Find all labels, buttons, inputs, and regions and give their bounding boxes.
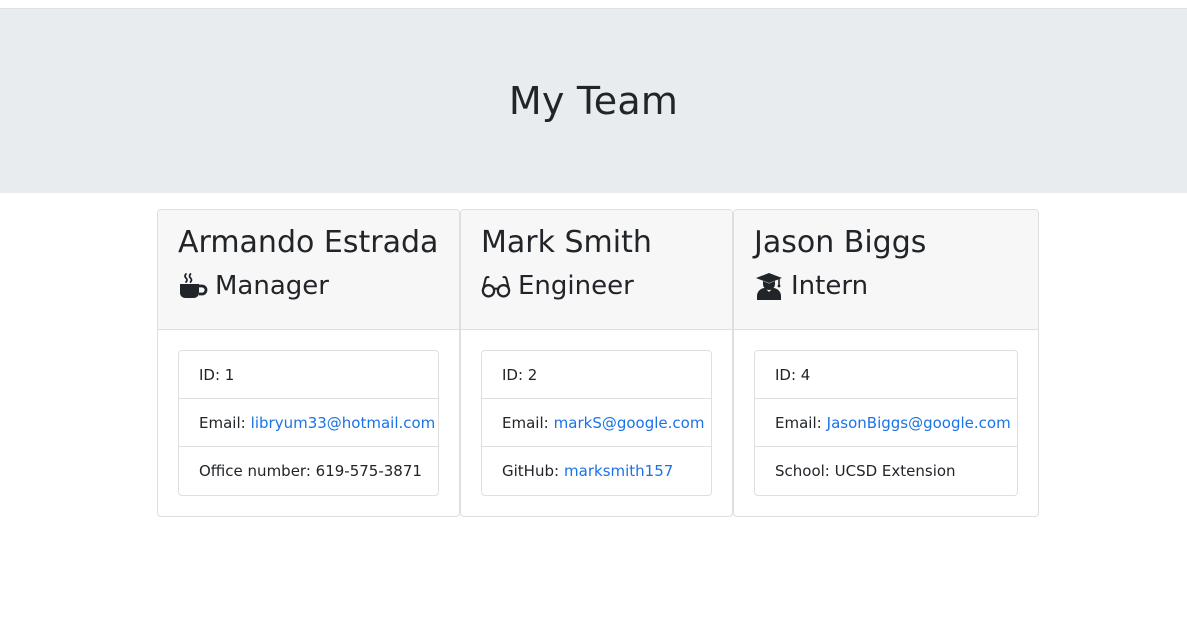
employee-role: Manager — [178, 271, 439, 301]
detail-school-text: School: UCSD Extension — [775, 462, 956, 480]
employee-role-label: Engineer — [518, 271, 634, 301]
detail-email: Email: markS@google.com — [482, 399, 711, 447]
browser-top-edge — [0, 0, 1187, 9]
employee-card-manager: Armando Estrada Manager ID: 1 Email: lib… — [157, 209, 460, 517]
detail-office-number: Office number: 619-575-3871 — [179, 447, 438, 495]
card-body: ID: 4 Email: JasonBiggs@google.com Schoo… — [734, 330, 1038, 516]
detail-id-text: ID: 4 — [775, 365, 811, 384]
detail-id: ID: 1 — [179, 351, 438, 399]
card-body: ID: 1 Email: libryum33@hotmail.com Offic… — [158, 330, 459, 516]
employee-details-list: ID: 1 Email: libryum33@hotmail.com Offic… — [178, 350, 439, 496]
employee-role: Engineer — [481, 271, 712, 301]
detail-office-number-text: Office number: 619-575-3871 — [199, 462, 422, 480]
employee-name: Armando Estrada — [178, 225, 439, 260]
employee-details-list: ID: 4 Email: JasonBiggs@google.com Schoo… — [754, 350, 1018, 496]
detail-email-label: Email: — [199, 413, 246, 432]
card-header: Jason Biggs Intern — [734, 210, 1038, 330]
detail-school: School: UCSD Extension — [755, 447, 1017, 495]
coffee-icon — [178, 272, 208, 300]
card-header: Armando Estrada Manager — [158, 210, 459, 330]
github-link[interactable]: marksmith157 — [564, 462, 673, 480]
employee-name: Mark Smith — [481, 225, 652, 260]
employee-role: Intern — [754, 271, 1018, 301]
email-link[interactable]: libryum33@hotmail.com — [251, 414, 436, 432]
detail-id-text: ID: 1 — [199, 365, 235, 384]
detail-email-label: Email: — [502, 413, 549, 432]
employee-role-label: Manager — [215, 271, 329, 301]
detail-github: GitHub: marksmith157 — [482, 447, 711, 495]
employee-name: Jason Biggs — [754, 225, 927, 260]
page-header: My Team — [0, 9, 1187, 193]
card-body: ID: 2 Email: markS@google.com GitHub: ma… — [461, 330, 732, 516]
detail-id: ID: 4 — [755, 351, 1017, 399]
detail-github-label: GitHub: — [502, 462, 560, 480]
detail-email: Email: libryum33@hotmail.com — [179, 399, 438, 447]
employee-card-intern: Jason Biggs Intern ID: 4 Email: JasonBig… — [733, 209, 1039, 517]
employee-card-engineer: Mark Smith Engineer ID: 2 Email: markS@g… — [460, 209, 733, 517]
card-header: Mark Smith Engineer — [461, 210, 732, 330]
employee-role-label: Intern — [791, 271, 869, 301]
detail-id-text: ID: 2 — [502, 365, 538, 384]
detail-id: ID: 2 — [482, 351, 711, 399]
employee-details-list: ID: 2 Email: markS@google.com GitHub: ma… — [481, 350, 712, 496]
email-link[interactable]: markS@google.com — [554, 414, 705, 432]
detail-email-label: Email: — [775, 413, 822, 432]
email-link[interactable]: JasonBiggs@google.com — [827, 414, 1011, 432]
graduate-icon — [754, 272, 784, 300]
glasses-icon — [481, 272, 511, 300]
team-cards: Armando Estrada Manager ID: 1 Email: lib… — [0, 193, 1187, 633]
page-title: My Team — [508, 79, 679, 123]
detail-email: Email: JasonBiggs@google.com — [755, 399, 1017, 447]
